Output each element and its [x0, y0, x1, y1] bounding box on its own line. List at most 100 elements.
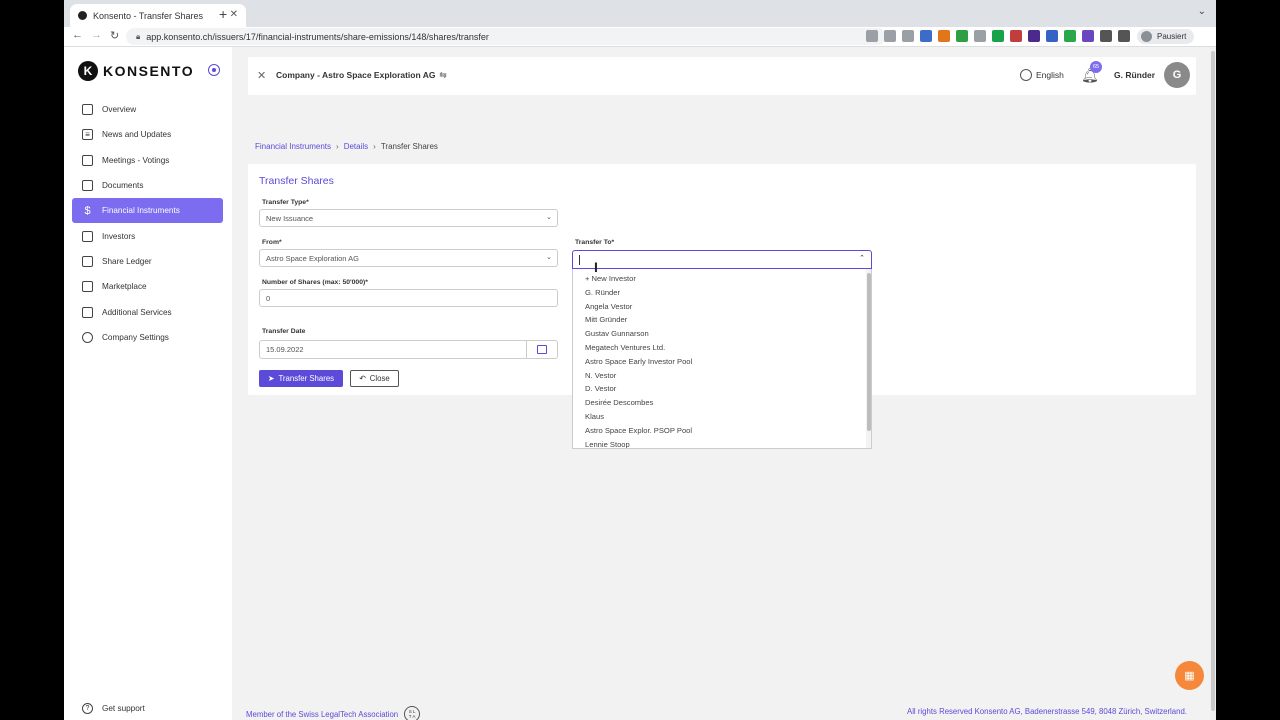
collapse-sidebar-icon[interactable]	[208, 64, 220, 76]
download-icon[interactable]	[866, 30, 878, 42]
github-icon[interactable]	[974, 30, 986, 42]
user-name[interactable]: G. Ründer	[1114, 70, 1155, 80]
chevron-up-icon[interactable]: ⌃	[859, 254, 865, 262]
lock-icon: 🔒︎	[136, 31, 141, 41]
sidebar-item-label: Financial Instruments	[102, 206, 180, 216]
star-icon[interactable]	[902, 30, 914, 42]
list-item[interactable]: Mitt Gründer	[573, 313, 871, 327]
dropdown-scrollbar[interactable]	[866, 269, 871, 448]
address-bar[interactable]: 🔒︎ app.konsento.ch/issuers/17/financial-…	[126, 28, 886, 45]
puzzle-icon[interactable]	[1100, 30, 1112, 42]
footer-membership[interactable]: Member of the Swiss LegalTech Associatio…	[246, 706, 421, 720]
check-icon[interactable]	[956, 30, 968, 42]
shares-value: 0	[266, 293, 271, 303]
tab-strip: Konsento - Transfer Shares ✕ + ⌄	[64, 0, 1216, 27]
list-item[interactable]: Lennie Stoop	[573, 438, 871, 448]
chevron-down-icon[interactable]: ⌄	[1198, 6, 1206, 17]
sla-badge-icon: S LT A	[404, 706, 421, 720]
sidebar-item-financial-instruments[interactable]: $ Financial Instruments	[72, 198, 223, 224]
swap-icon[interactable]: ⇆	[439, 70, 446, 80]
list-item[interactable]: Astro Space Explor. PSOP Pool	[573, 424, 871, 438]
calendar-button[interactable]	[526, 340, 558, 359]
forward-icon[interactable]: →	[91, 29, 102, 41]
list-item[interactable]: Angela Vestor	[573, 300, 871, 314]
from-select[interactable]: Astro Space Exploration AG ⌄	[259, 249, 558, 267]
shares-input[interactable]: 0	[259, 289, 558, 307]
profile-button[interactable]: Pausiert	[1137, 29, 1195, 44]
breadcrumb-financial-instruments[interactable]: Financial Instruments	[255, 142, 331, 151]
close-icon[interactable]: ✕	[230, 9, 238, 20]
sidepanel-icon[interactable]	[1118, 30, 1130, 42]
list-item[interactable]: Gustav Gunnarson	[573, 327, 871, 341]
sidebar-item-documents[interactable]: Documents	[72, 173, 223, 198]
favicon-icon	[78, 11, 87, 20]
membership-text: Member of the Swiss LegalTech Associatio…	[246, 709, 399, 719]
company-logo-icon: ✕	[257, 70, 267, 82]
notification-badge: 65	[1090, 61, 1102, 73]
company-switcher[interactable]: Company - Astro Space Exploration AG ⇆	[276, 70, 447, 81]
sidebar-item-investors[interactable]: Investors	[72, 223, 223, 248]
back-icon[interactable]: ←	[72, 29, 83, 41]
transfer-to-input[interactable]: ⌃	[572, 250, 872, 269]
grammarly-icon[interactable]	[992, 30, 1004, 42]
sidebar-item-share-ledger[interactable]: Share Ledger	[72, 249, 223, 274]
reload-icon[interactable]: ↻	[110, 29, 119, 42]
document-icon	[82, 180, 93, 192]
chat-icon[interactable]	[1064, 30, 1076, 42]
transfer-type-select[interactable]: New Issuance ⌄	[259, 209, 558, 227]
get-support-link[interactable]: ? Get support	[82, 703, 145, 714]
list-item[interactable]: G. Ründer	[573, 286, 871, 300]
scrollbar-thumb[interactable]	[867, 273, 871, 431]
page-scrollbar[interactable]	[1210, 47, 1216, 720]
help-icon: ?	[82, 703, 93, 714]
extension-blue-icon[interactable]	[1046, 30, 1058, 42]
users-icon	[82, 230, 93, 242]
sidebar-nav: Overview ≡ News and Updates Meetings - Vo…	[72, 97, 223, 350]
share-icon[interactable]	[884, 30, 896, 42]
extension-icon[interactable]	[920, 30, 932, 42]
new-tab-icon[interactable]: +	[219, 6, 227, 22]
sidebar-item-company-settings[interactable]: Company Settings	[72, 325, 223, 350]
list-item[interactable]: Astro Space Early Investor Pool	[573, 355, 871, 369]
undo-icon: ↶	[359, 374, 366, 383]
list-item[interactable]: Megatech Ventures Ltd.	[573, 341, 871, 355]
chevron-down-icon: ⌄	[546, 254, 552, 261]
support-label: Get support	[102, 704, 145, 713]
sidebar-item-overview[interactable]: Overview	[72, 97, 223, 122]
metamask-icon[interactable]	[938, 30, 950, 42]
sidebar-item-label: Marketplace	[102, 282, 147, 292]
list-item[interactable]: D. Vestor	[573, 382, 871, 396]
avatar[interactable]: G	[1164, 62, 1190, 88]
language-selector[interactable]: English	[1020, 69, 1064, 81]
bag-icon	[82, 281, 93, 293]
list-item[interactable]: Desirée Descombes	[573, 396, 871, 410]
url-text: app.konsento.ch/issuers/17/financial-ins…	[146, 31, 489, 42]
scrollbar-thumb[interactable]	[1211, 51, 1215, 711]
sidebar-item-label: Overview	[102, 105, 137, 115]
list-item[interactable]: Klaus	[573, 410, 871, 424]
extension-red-icon[interactable]	[1010, 30, 1022, 42]
transfer-shares-button[interactable]: ➤ Transfer Shares	[259, 370, 343, 387]
breadcrumb-details[interactable]: Details	[344, 142, 368, 151]
chevron-right-icon: ›	[373, 142, 376, 151]
list-icon: ≡	[82, 129, 93, 141]
sidebar-item-meetings[interactable]: Meetings - Votings	[72, 148, 223, 173]
text-cursor-icon: I	[594, 259, 598, 275]
logo[interactable]: K KONSENTO	[78, 61, 194, 81]
extension-purple-icon[interactable]	[1028, 30, 1040, 42]
extension-violet-icon[interactable]	[1082, 30, 1094, 42]
calendar-icon	[537, 345, 547, 354]
close-button[interactable]: ↶ Close	[350, 370, 399, 387]
transfer-to-options: + New Investor G. Ründer Angela Vestor M…	[572, 269, 872, 449]
sidebar-item-additional-services[interactable]: Additional Services	[72, 299, 223, 324]
sidebar-item-news[interactable]: ≡ News and Updates	[72, 122, 223, 147]
transfer-date-input[interactable]: 15.09.2022	[259, 340, 527, 359]
sidebar-item-label: Meetings - Votings	[102, 155, 170, 165]
transfer-to-label: Transfer To*	[575, 239, 615, 246]
transfer-type-value: New Issuance	[266, 213, 314, 223]
list-item[interactable]: N. Vestor	[573, 369, 871, 383]
option-new-investor[interactable]: + New Investor	[573, 272, 871, 286]
video-icon	[82, 154, 93, 166]
quick-actions-button[interactable]: ▦	[1175, 661, 1204, 690]
sidebar-item-marketplace[interactable]: Marketplace	[72, 274, 223, 299]
